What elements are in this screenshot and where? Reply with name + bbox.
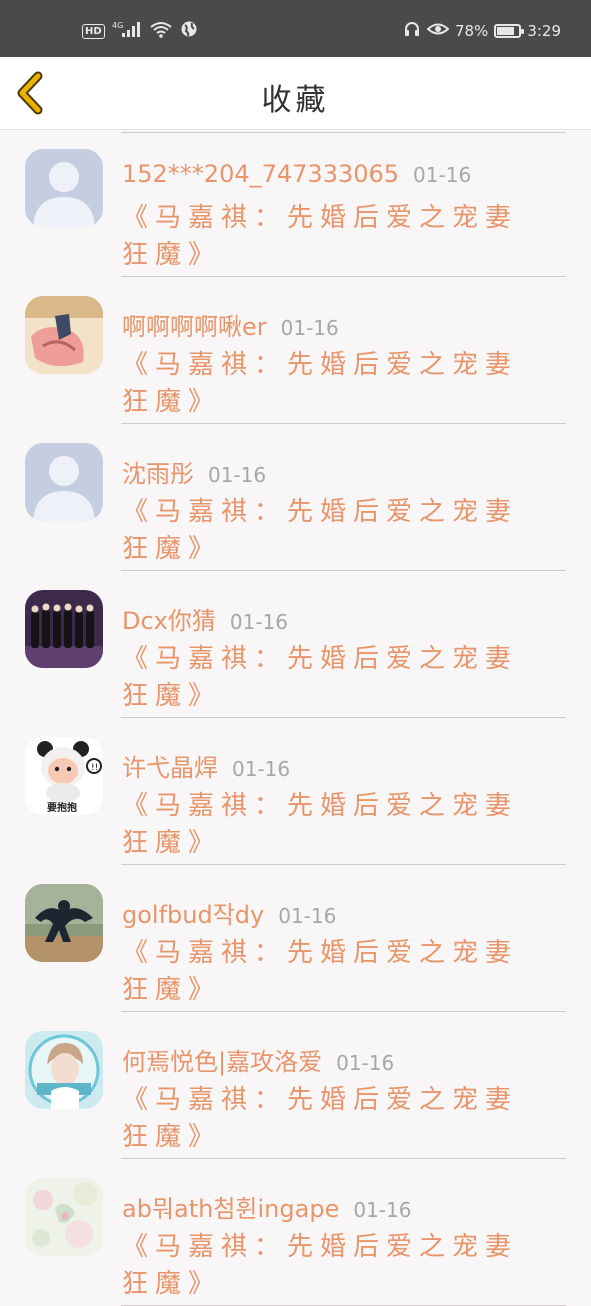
avatar[interactable]	[25, 296, 103, 374]
eye-comfort-icon	[427, 20, 449, 42]
status-bar-right: 78% 3:29	[403, 20, 561, 42]
username[interactable]: 许弋晶焊	[122, 748, 218, 783]
battery-percent: 78%	[455, 22, 488, 40]
username[interactable]: Dcx你猜	[122, 601, 216, 636]
headphones-icon	[403, 20, 421, 42]
story-title[interactable]: 《马嘉祺：先婚后爱之宠妻狂魔》	[122, 641, 527, 715]
list-item[interactable]: golfbud작dy 01-16 《马嘉祺：先婚后爱之宠妻狂魔》	[0, 865, 591, 1012]
meta-line: 何焉悦色|嘉攻洛爱 01-16	[122, 1042, 394, 1077]
story-title[interactable]: 《马嘉祺：先婚后爱之宠妻狂魔》	[122, 347, 527, 421]
story-title[interactable]: 《马嘉祺：先婚后爱之宠妻狂魔》	[122, 200, 527, 274]
username[interactable]: 152***204_747333065	[122, 160, 399, 188]
list-item[interactable]: 152***204_747333065 01-16 《马嘉祺：先婚后爱之宠妻狂魔》	[0, 130, 591, 277]
username[interactable]: 沈雨彤	[122, 454, 194, 489]
hd-icon: HD	[82, 24, 105, 39]
meta-line: 许弋晶焊 01-16	[122, 748, 290, 783]
avatar[interactable]	[25, 884, 103, 962]
avatar[interactable]	[25, 1178, 103, 1256]
username[interactable]: 何焉悦色|嘉攻洛爱	[122, 1042, 322, 1077]
list-item[interactable]: !! 要抱抱 许弋晶焊 01-16 《马嘉祺：先婚后爱之宠妻狂魔》	[0, 718, 591, 865]
date: 01-16	[413, 163, 471, 187]
globe-icon	[180, 20, 198, 42]
battery-icon	[494, 24, 521, 38]
svg-text:!!: !!	[91, 763, 98, 773]
username[interactable]: ab뭐ath첨휜ingape	[122, 1189, 339, 1224]
story-title[interactable]: 《马嘉祺：先婚后爱之宠妻狂魔》	[122, 935, 527, 1009]
list-item[interactable]: 啊啊啊啊啾er 01-16 《马嘉祺：先婚后爱之宠妻狂魔》	[0, 277, 591, 424]
meta-line: 沈雨彤 01-16	[122, 454, 266, 489]
nav-bar: 收藏	[0, 57, 591, 130]
avatar[interactable]	[25, 443, 103, 521]
meta-line: Dcx你猜 01-16	[122, 601, 288, 636]
date: 01-16	[281, 316, 339, 340]
status-bar-left: HD 4G	[82, 20, 198, 42]
username[interactable]: golfbud작dy	[122, 895, 264, 930]
meta-line: 啊啊啊啊啾er 01-16	[122, 307, 339, 342]
username[interactable]: 啊啊啊啊啾er	[122, 307, 267, 342]
story-title[interactable]: 《马嘉祺：先婚后爱之宠妻狂魔》	[122, 1229, 527, 1303]
status-bar: HD 4G	[0, 0, 591, 57]
wifi-icon	[149, 20, 173, 42]
date: 01-16	[278, 904, 336, 928]
meta-line: golfbud작dy 01-16	[122, 895, 336, 930]
avatar[interactable]	[25, 149, 103, 227]
clock: 3:29	[527, 22, 561, 40]
date: 01-16	[336, 1051, 394, 1075]
list-item[interactable]: Dcx你猜 01-16 《马嘉祺：先婚后爱之宠妻狂魔》	[0, 571, 591, 718]
meta-line: ab뭐ath첨휜ingape 01-16	[122, 1189, 411, 1224]
list-item[interactable]: ab뭐ath첨휜ingape 01-16 《马嘉祺：先婚后爱之宠妻狂魔》	[0, 1159, 591, 1306]
story-title[interactable]: 《马嘉祺：先婚后爱之宠妻狂魔》	[122, 1082, 527, 1156]
date: 01-16	[208, 463, 266, 487]
avatar[interactable]	[25, 1031, 103, 1109]
date: 01-16	[232, 757, 290, 781]
date: 01-16	[230, 610, 288, 634]
list-item[interactable]: 何焉悦色|嘉攻洛爱 01-16 《马嘉祺：先婚后爱之宠妻狂魔》	[0, 1012, 591, 1159]
story-title[interactable]: 《马嘉祺：先婚后爱之宠妻狂魔》	[122, 494, 527, 568]
page-title: 收藏	[0, 75, 591, 119]
meta-line: 152***204_747333065 01-16	[122, 160, 471, 188]
story-title[interactable]: 《马嘉祺：先婚后爱之宠妻狂魔》	[122, 788, 527, 862]
svg-text:要抱抱: 要抱抱	[47, 801, 77, 814]
list-item[interactable]: 沈雨彤 01-16 《马嘉祺：先婚后爱之宠妻狂魔》	[0, 424, 591, 571]
cellular-signal-icon: 4G	[112, 20, 142, 42]
date: 01-16	[353, 1198, 411, 1222]
avatar[interactable]	[25, 590, 103, 668]
svg-text:4G: 4G	[112, 21, 123, 30]
avatar[interactable]: !! 要抱抱	[25, 737, 103, 815]
